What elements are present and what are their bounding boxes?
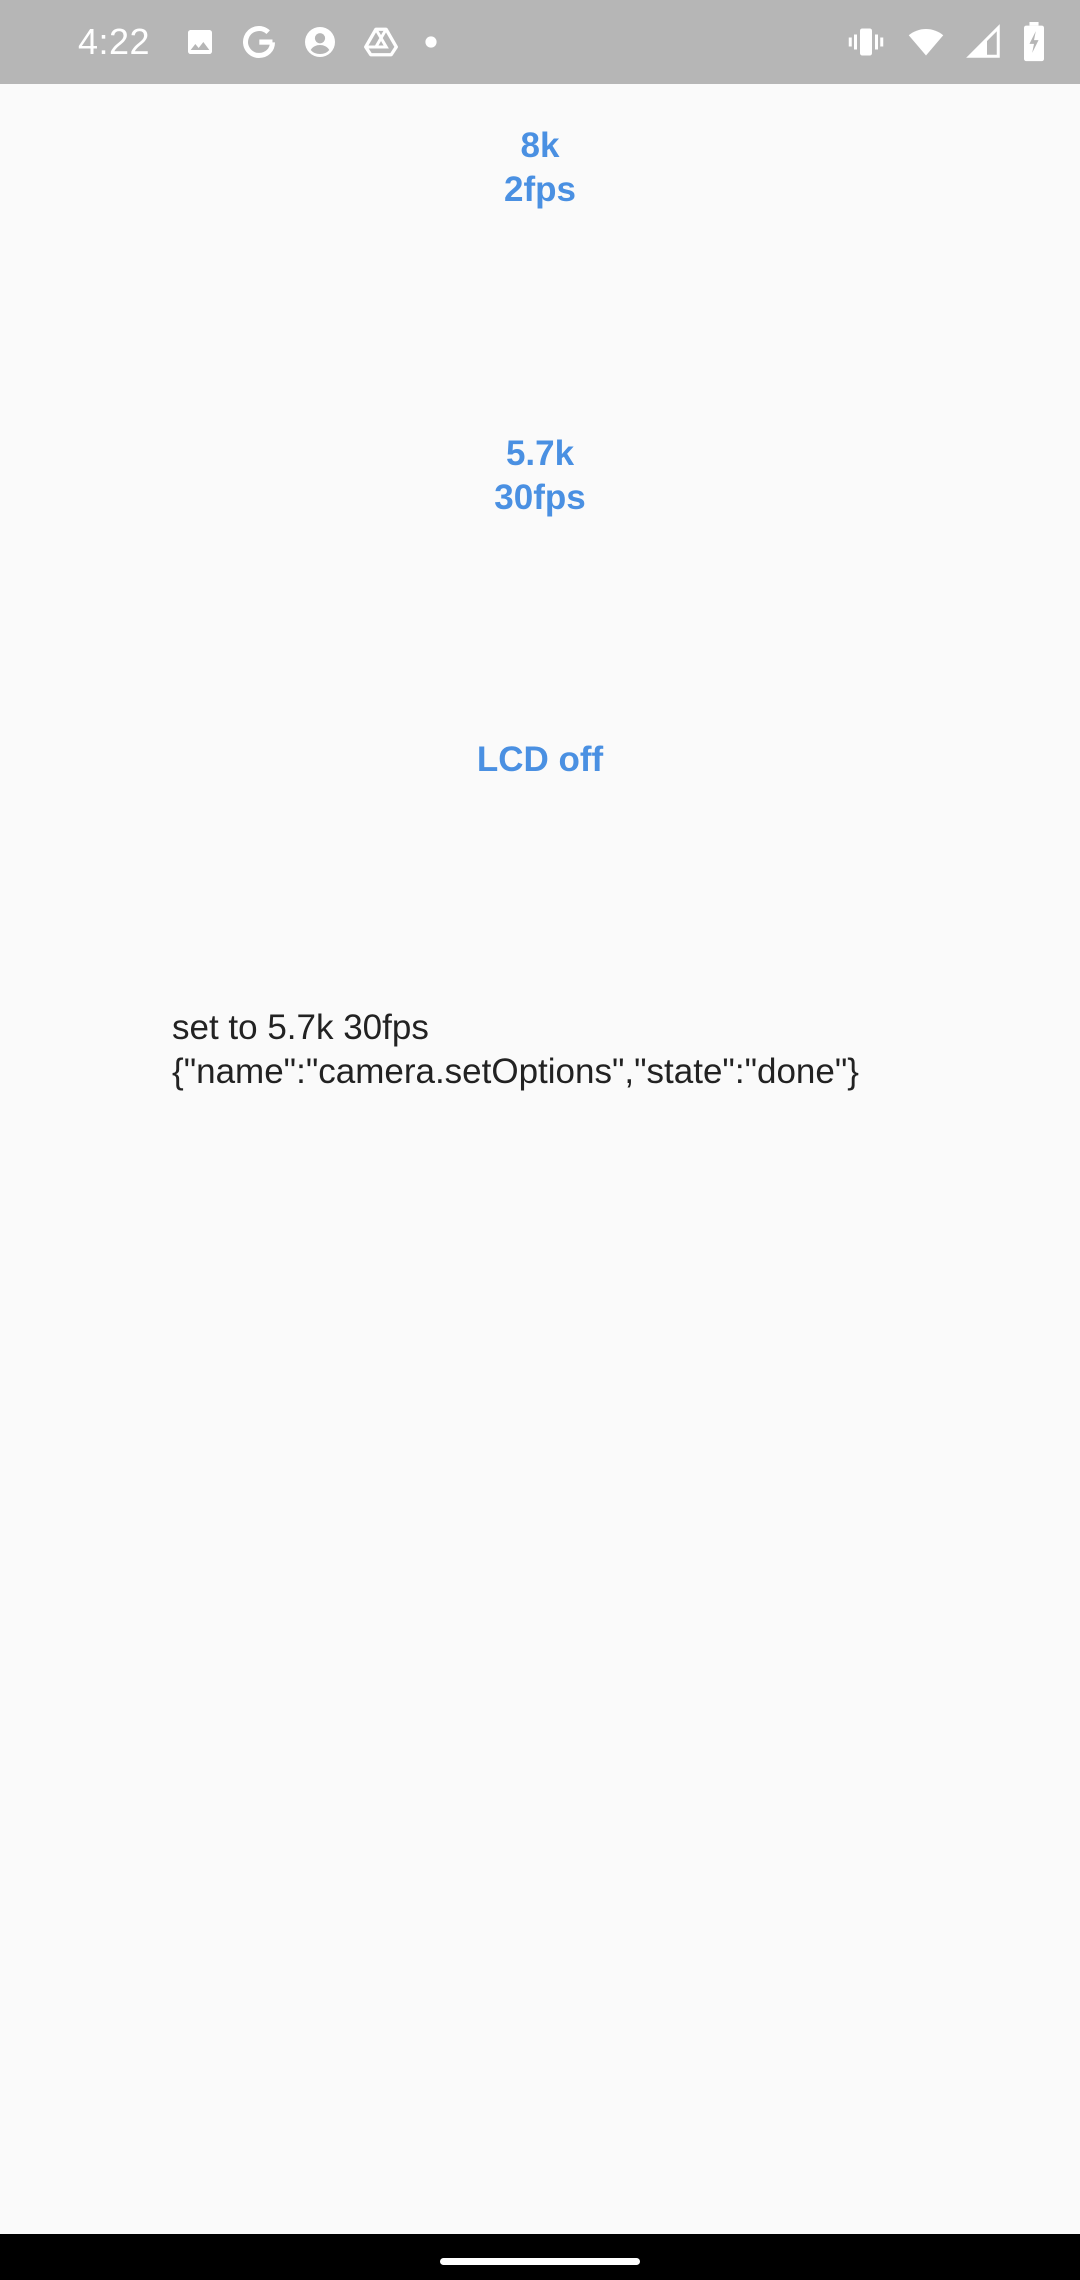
notification-icons: [184, 22, 462, 62]
result-text: set to 5.7k 30fps {"name":"camera.setOpt…: [172, 1006, 1032, 1094]
button-resolution-label: 5.7k: [505, 434, 575, 473]
battery-charging-icon: [1022, 22, 1046, 62]
drive-icon: [362, 24, 400, 60]
signal-icon: [966, 24, 1002, 60]
google-icon: [240, 23, 278, 61]
button-fps-label: 30fps: [494, 478, 586, 517]
wifi-icon: [906, 24, 946, 60]
system-icons: [826, 22, 1046, 62]
resolution-5-7k-30fps-button[interactable]: 5.7k 30fps: [340, 432, 740, 520]
dot-icon: [424, 35, 438, 49]
resolution-8k-2fps-button[interactable]: 8k 2fps: [340, 124, 740, 212]
lcd-off-button[interactable]: LCD off: [340, 738, 740, 782]
navigation-bar: [0, 2234, 1080, 2280]
main-content: 8k 2fps 5.7k 30fps LCD off set to 5.7k 3…: [0, 84, 1080, 2234]
result-status-line: set to 5.7k 30fps: [172, 1008, 429, 1047]
status-bar: 4:22: [0, 0, 1080, 84]
button-fps-label: 2fps: [504, 170, 576, 209]
image-icon: [184, 26, 216, 58]
status-time: 4:22: [78, 21, 151, 62]
vibrate-icon: [846, 24, 886, 60]
button-resolution-label: 8k: [520, 126, 560, 165]
result-response-line: {"name":"camera.setOptions","state":"don…: [172, 1052, 859, 1091]
account-icon: [302, 24, 338, 60]
home-gesture-handle[interactable]: [440, 2258, 640, 2265]
